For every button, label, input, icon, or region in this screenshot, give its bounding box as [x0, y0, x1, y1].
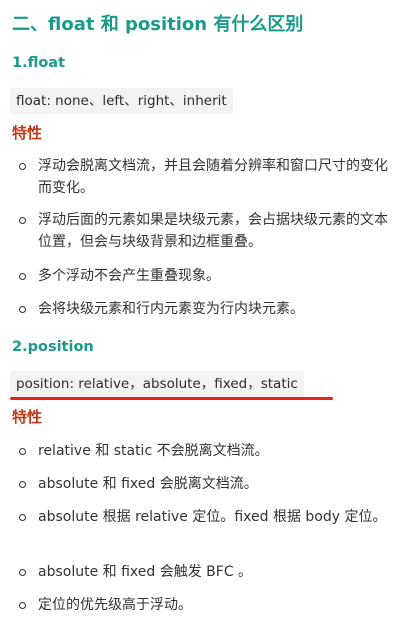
bullet-icon [19, 481, 26, 488]
section-heading: 二、float 和 position 有什么区别 [12, 14, 304, 35]
list-item-text: absolute 根据 relative 定位。fixed 根据 body 定位… [38, 509, 387, 525]
float-features-heading: 特性 [12, 124, 43, 142]
list-item-text: relative 和 static 不会脱离文档流。 [38, 443, 269, 459]
list-item-text: 会将块级元素和行内元素变为行内块元素。 [38, 301, 304, 317]
list-item-text: 定位的优先级高于浮动。 [38, 597, 192, 613]
list-item-text: 浮动后面的元素如果是块级元素，会占据块级元素的文本位置，但会与块级背景和边框重叠… [38, 212, 388, 250]
bullet-icon [19, 448, 26, 455]
list-item-text: 多个浮动不会产生重叠现象。 [38, 268, 220, 284]
bullet-icon [19, 602, 26, 609]
bullet-icon [19, 163, 26, 170]
list-item-text: absolute 和 fixed 会脱离文档流。 [38, 476, 258, 492]
bullet-icon [19, 217, 26, 224]
red-underline-annotation [10, 397, 333, 400]
float-code-snippet: float: none、left、right、inherit [10, 88, 233, 114]
position-code-snippet: position: relative，absolute，fixed，static [10, 371, 304, 397]
article: 二、float 和 position 有什么区别 1.float float: … [0, 0, 405, 617]
list-item-text: 浮动会脱离文档流，并且会随着分辨率和窗口尺寸的变化而变化。 [38, 158, 388, 196]
float-subheading: 1.float [12, 55, 66, 71]
bullet-icon [19, 569, 26, 576]
position-subheading: 2.position [12, 339, 94, 355]
bullet-icon [19, 306, 26, 313]
list-item-text: absolute 和 fixed 会触发 BFC 。 [38, 564, 253, 580]
position-features-heading: 特性 [12, 408, 43, 426]
bullet-icon [19, 273, 26, 280]
bullet-icon [19, 514, 26, 521]
